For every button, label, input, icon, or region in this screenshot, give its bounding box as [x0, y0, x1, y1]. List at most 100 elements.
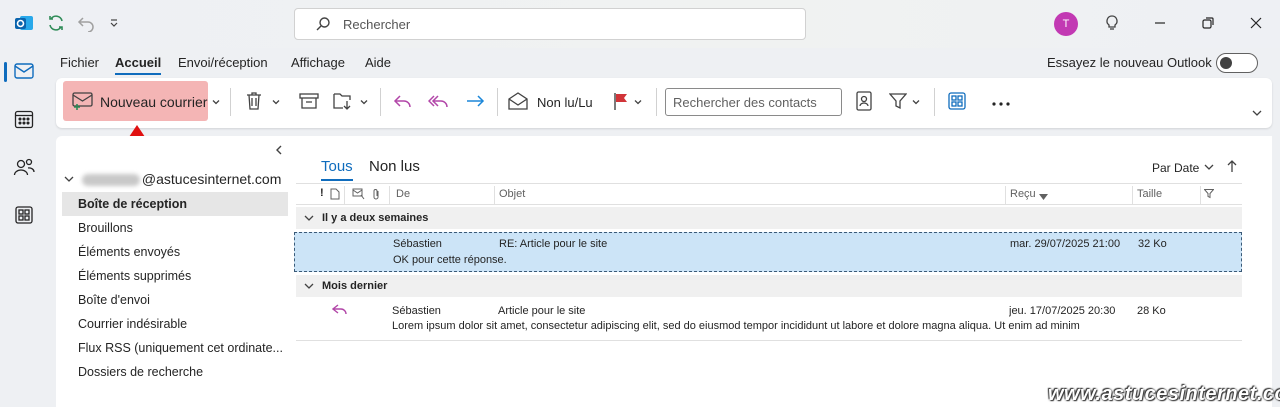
flag-button[interactable]: [611, 89, 645, 115]
col-received[interactable]: Reçu: [1010, 188, 1036, 200]
new-mail-label: Nouveau courrier: [100, 94, 208, 110]
sort-dropdown[interactable]: Par Date: [1152, 161, 1214, 175]
account-header[interactable]: @astucesinternet.com: [64, 171, 281, 187]
importance-column-icon[interactable]: !: [320, 187, 324, 199]
group-header[interactable]: Il y a deux semaines: [296, 207, 1242, 229]
ribbon-separator: [656, 88, 657, 116]
quick-access-dropdown-icon[interactable]: [102, 11, 126, 35]
tab-aide[interactable]: Aide: [365, 55, 391, 70]
address-book-icon: [856, 90, 872, 114]
avatar[interactable]: T: [1054, 12, 1078, 36]
col-from[interactable]: De: [396, 188, 410, 200]
filter-icon: [888, 92, 908, 113]
collapse-folder-pane-button[interactable]: [274, 143, 284, 158]
folder-junk[interactable]: Courrier indésirable: [62, 312, 288, 336]
try-new-outlook-toggle[interactable]: [1216, 53, 1258, 73]
undo-icon[interactable]: [74, 11, 98, 35]
ribbon-separator: [934, 88, 935, 116]
restore-icon[interactable]: [1196, 11, 1220, 35]
apps-button[interactable]: [945, 89, 969, 115]
rail-mail[interactable]: [0, 52, 48, 92]
message-subject: RE: Article pour le site: [499, 238, 608, 250]
message-from: Sébastien: [392, 305, 441, 317]
message-preview: Lorem ipsum dolor sit amet, consectetur …: [392, 320, 1080, 332]
message-preview: OK pour cette réponse.: [393, 254, 507, 266]
mail-column-icon[interactable]: [352, 188, 365, 203]
message-from: Sébastien: [393, 238, 442, 250]
folder-drafts[interactable]: Brouillons: [62, 216, 288, 240]
rail-people[interactable]: [0, 148, 48, 188]
message-received: mar. 29/07/2025 21:00: [1010, 238, 1121, 250]
chevron-down-icon: [633, 95, 643, 110]
folder-rss[interactable]: Flux RSS (uniquement cet ordinate...: [62, 336, 288, 360]
chevron-left-icon: [274, 143, 284, 158]
contact-search-input[interactable]: Rechercher des contacts: [665, 88, 842, 116]
folder-sent[interactable]: Éléments envoyés: [62, 240, 288, 264]
folder-search[interactable]: Dossiers de recherche: [62, 360, 288, 384]
column-header: ! De Objet Reçu Taille: [296, 183, 1242, 205]
tab-envoi-reception[interactable]: Envoi/réception: [178, 55, 268, 70]
sort-direction-button[interactable]: [1226, 159, 1238, 176]
filter-tab-unread[interactable]: Non lus: [369, 158, 420, 175]
reply-button[interactable]: [391, 89, 415, 115]
account-email: @astucesinternet.com: [141, 171, 282, 187]
search-icon: [315, 16, 331, 35]
column-separator: [1005, 186, 1006, 204]
folder-inbox[interactable]: Boîte de réception: [62, 192, 288, 216]
people-icon: [13, 157, 35, 180]
message-row[interactable]: Sébastien Article pour le site jeu. 17/0…: [296, 299, 1242, 341]
global-search-input[interactable]: Rechercher: [294, 8, 806, 40]
rail-apps[interactable]: [0, 196, 48, 236]
tab-affichage[interactable]: Affichage: [291, 55, 345, 70]
chevron-down-icon: [359, 95, 369, 110]
new-mail-dropdown[interactable]: [209, 89, 223, 115]
new-mail-button[interactable]: Nouveau courrier: [63, 81, 208, 121]
ribbon-expand-button[interactable]: [1251, 107, 1263, 122]
col-subject[interactable]: Objet: [499, 188, 525, 200]
more-options-button[interactable]: [989, 89, 1013, 115]
search-placeholder: Rechercher: [343, 17, 411, 32]
unread-read-button[interactable]: Non lu/Lu: [508, 89, 598, 115]
app-rail: [0, 48, 48, 407]
filter-button[interactable]: [888, 89, 922, 115]
move-folder-icon: [333, 91, 355, 114]
new-mail-icon: [72, 92, 94, 113]
chevron-down-icon: [1204, 161, 1214, 175]
ribbon-separator: [380, 88, 381, 116]
apps-grid-icon: [15, 205, 33, 227]
filter-tab-all[interactable]: Tous: [321, 158, 353, 181]
tab-fichier[interactable]: Fichier: [60, 55, 99, 70]
move-button[interactable]: [333, 89, 369, 115]
folder-deleted[interactable]: Éléments supprimés: [62, 264, 288, 288]
col-size[interactable]: Taille: [1137, 188, 1162, 200]
flag-icon: [613, 92, 629, 113]
filter-column-icon[interactable]: [1203, 189, 1215, 202]
trash-icon: [245, 91, 263, 114]
message-size: 28 Ko: [1137, 305, 1166, 317]
attachment-column-icon[interactable]: [373, 188, 381, 203]
archive-button[interactable]: [297, 89, 321, 115]
rail-calendar[interactable]: [0, 100, 48, 140]
mail-icon: [14, 62, 34, 82]
sync-icon[interactable]: [44, 11, 68, 35]
ribbon-separator: [230, 88, 231, 116]
message-row[interactable]: Sébastien RE: Article pour le site mar. …: [294, 232, 1242, 272]
calendar-icon: [14, 109, 34, 132]
document-column-icon[interactable]: [330, 188, 340, 203]
lightbulb-icon[interactable]: [1100, 11, 1124, 35]
replied-icon: [332, 303, 348, 320]
address-book-button[interactable]: [852, 89, 876, 115]
close-icon[interactable]: [1244, 11, 1268, 35]
group-header[interactable]: Mois dernier: [296, 275, 1242, 297]
delete-button[interactable]: [240, 89, 286, 115]
redacted-username: [81, 174, 140, 187]
minimize-icon[interactable]: [1148, 11, 1172, 35]
folder-outbox[interactable]: Boîte d'envoi: [62, 288, 288, 312]
message-received: jeu. 17/07/2025 20:30: [1009, 305, 1116, 317]
chevron-down-icon: [64, 171, 74, 187]
tab-accueil[interactable]: Accueil: [115, 55, 162, 75]
reply-all-button[interactable]: [426, 89, 452, 115]
ribbon-separator: [497, 88, 498, 116]
apps-grid-icon: [948, 91, 966, 113]
forward-button[interactable]: [463, 89, 487, 115]
